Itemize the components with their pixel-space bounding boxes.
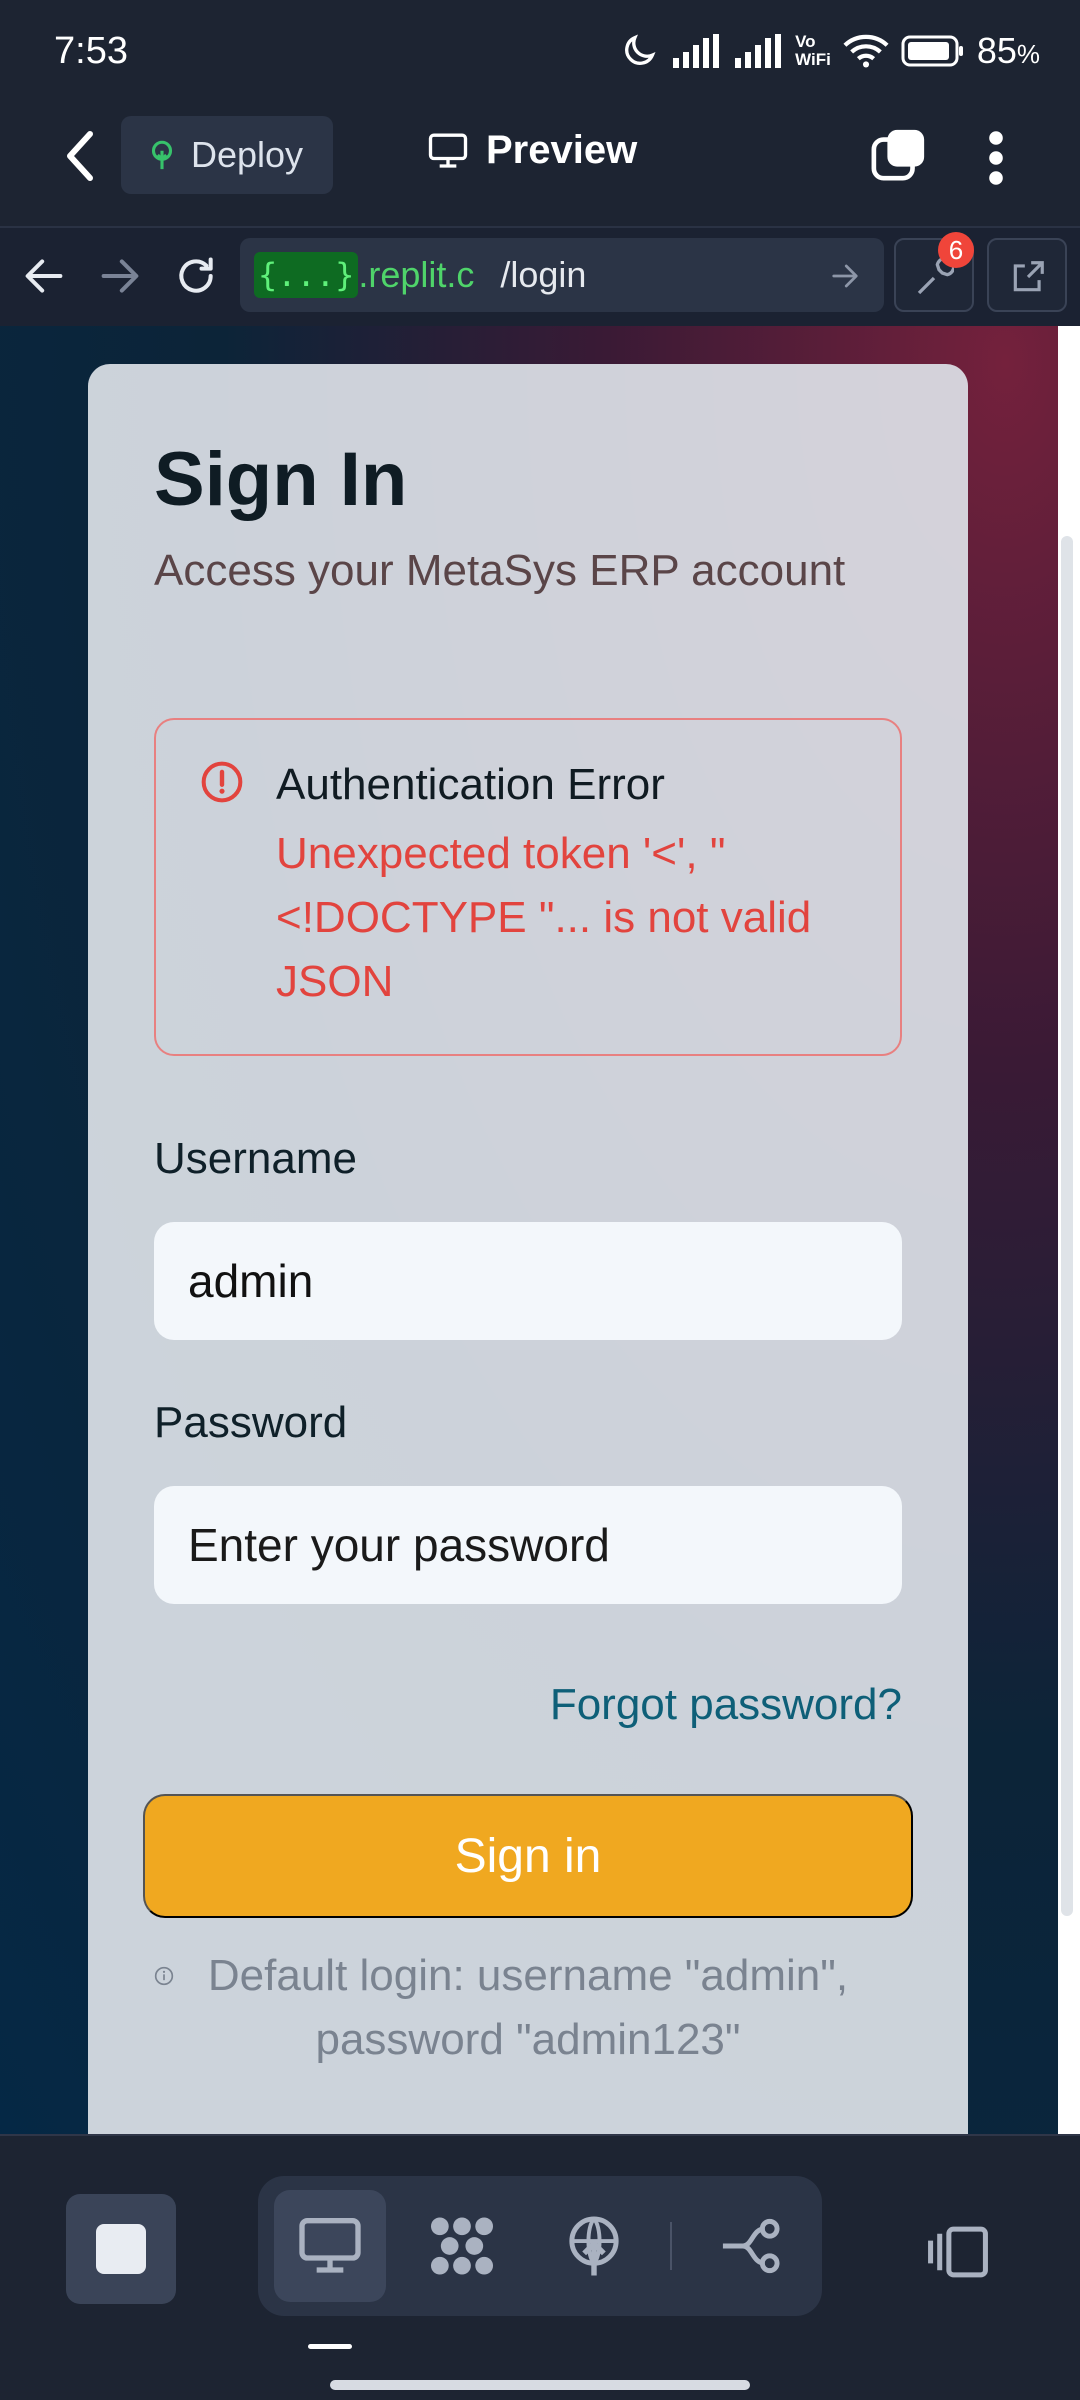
deploy-tree-icon bbox=[151, 140, 173, 170]
signal-icon bbox=[673, 34, 720, 68]
nav-forward-arrow-icon[interactable] bbox=[98, 256, 142, 296]
moon-icon bbox=[625, 34, 656, 65]
scrollbar-thumb[interactable] bbox=[1061, 536, 1073, 1916]
tool-git[interactable] bbox=[694, 2190, 806, 2302]
browser-url-row: {...} .replit.c /login 6 bbox=[0, 226, 1080, 326]
back-chevron-icon[interactable] bbox=[60, 128, 100, 184]
username-input[interactable] bbox=[154, 1222, 902, 1340]
go-arrow-icon[interactable] bbox=[830, 262, 860, 290]
active-indicator bbox=[308, 2344, 352, 2349]
more-vert-icon[interactable] bbox=[982, 128, 1010, 188]
status-bar: 7:53 Vo WiFi 85% bbox=[0, 0, 1080, 110]
error-title: Authentication Error bbox=[276, 760, 665, 809]
devtools-badge: 6 bbox=[938, 232, 974, 268]
stop-button[interactable] bbox=[66, 2194, 176, 2304]
preview-title[interactable]: Preview bbox=[428, 128, 637, 173]
external-link-icon bbox=[1013, 261, 1044, 292]
monitor-icon bbox=[299, 2217, 361, 2273]
host-suffix: .replit.c bbox=[358, 254, 475, 295]
wifi-icon bbox=[843, 34, 889, 68]
home-indicator[interactable] bbox=[330, 2380, 750, 2390]
web-viewport: Sign In Access your MetaSys ERP account … bbox=[0, 326, 1058, 2134]
info-icon bbox=[154, 1966, 174, 1986]
devtools-button[interactable]: 6 bbox=[894, 232, 974, 312]
signal-icon-2 bbox=[735, 34, 782, 68]
git-branch-icon bbox=[722, 2218, 780, 2274]
deploy-label: Deploy bbox=[191, 134, 304, 175]
error-alert: Authentication Error Unexpected token '<… bbox=[154, 718, 902, 1056]
bottom-toolbar bbox=[0, 2134, 1080, 2400]
deploy-button[interactable]: Deploy bbox=[121, 116, 333, 194]
hint-text: Default login: username "admin", passwor… bbox=[207, 1951, 849, 2064]
toolbar-divider bbox=[670, 2222, 672, 2270]
host-masked: {...} bbox=[254, 252, 359, 298]
alert-circle-icon bbox=[201, 761, 243, 803]
tool-preview[interactable] bbox=[274, 2190, 386, 2302]
panel-toggle-icon[interactable] bbox=[926, 2222, 990, 2282]
battery-level: 85% bbox=[976, 30, 1040, 71]
agent-grid-icon bbox=[430, 2217, 494, 2275]
globe-upload-icon bbox=[569, 2216, 619, 2276]
tool-switcher bbox=[258, 2176, 822, 2316]
default-login-hint: Default login: username "admin", passwor… bbox=[154, 1944, 902, 2072]
page-subtitle: Access your MetaSys ERP account bbox=[154, 546, 846, 595]
status-icons: Vo WiFi 85% bbox=[619, 30, 1040, 72]
app-header: Deploy Preview bbox=[0, 110, 1080, 226]
stop-icon bbox=[96, 2224, 146, 2274]
battery-icon bbox=[901, 35, 963, 67]
tabs-icon[interactable] bbox=[870, 126, 928, 184]
preview-label: Preview bbox=[486, 128, 638, 172]
sign-in-button[interactable]: Sign in bbox=[143, 1794, 913, 1918]
tool-deploy[interactable] bbox=[538, 2190, 650, 2302]
password-label: Password bbox=[154, 1398, 348, 1447]
vowifi-label: Vo WiFi bbox=[795, 32, 831, 69]
url-field[interactable]: {...} .replit.c /login bbox=[240, 238, 884, 312]
password-input[interactable] bbox=[154, 1486, 902, 1604]
monitor-icon bbox=[428, 132, 468, 168]
forgot-password-link[interactable]: Forgot password? bbox=[550, 1680, 902, 1730]
page-title: Sign In bbox=[154, 437, 408, 522]
reload-icon[interactable] bbox=[174, 254, 218, 298]
clock: 7:53 bbox=[54, 30, 128, 72]
nav-back-arrow-icon[interactable] bbox=[22, 256, 66, 296]
open-external-button[interactable] bbox=[987, 238, 1067, 312]
error-message: Unexpected token '<', "<!DOCTYPE "... is… bbox=[276, 829, 812, 1006]
username-label: Username bbox=[154, 1134, 357, 1183]
tool-agent[interactable] bbox=[406, 2190, 518, 2302]
url-path: /login bbox=[500, 254, 587, 295]
login-card: Sign In Access your MetaSys ERP account … bbox=[88, 364, 968, 2134]
page-scrollbar[interactable] bbox=[1058, 326, 1080, 2134]
